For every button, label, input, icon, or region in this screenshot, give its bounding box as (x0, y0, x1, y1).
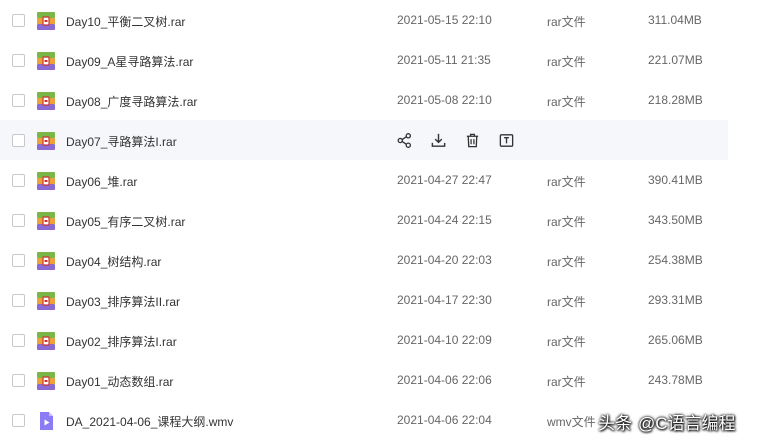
file-date: 2021-05-15 22:10 (397, 13, 492, 27)
rar-archive-icon (36, 331, 56, 351)
file-type: rar文件 (547, 175, 586, 189)
file-row[interactable]: Day05_有序二叉树.rar 2021-04-24 22:15 rar文件 343.… (0, 200, 769, 240)
watermark-account: @C语言编程 (638, 413, 736, 433)
file-checkbox[interactable] (12, 374, 25, 387)
file-date: 2021-04-06 22:04 (397, 413, 492, 427)
file-type: rar文件 (547, 255, 586, 269)
file-size: 221.07MB (648, 53, 703, 67)
download-icon[interactable] (430, 132, 447, 149)
file-checkbox[interactable] (12, 94, 25, 107)
rar-archive-icon (36, 11, 56, 31)
file-checkbox[interactable] (12, 414, 25, 427)
file-row[interactable]: Day03_排序算法II.rar 2021-04-17 22:30 rar文件 293… (0, 280, 769, 320)
file-name[interactable]: Day10_平衡二叉树.rar (66, 13, 185, 30)
file-type: rar文件 (547, 215, 586, 229)
file-row[interactable]: Day09_A星寻路算法.rar 2021-05-11 21:35 rar文件 221… (0, 40, 769, 80)
file-size: 343.50MB (648, 213, 703, 227)
file-size: 293.31MB (648, 293, 703, 307)
file-row[interactable]: Day06_堆.rar 2021-04-27 22:47 rar文件 390.41MB (0, 160, 769, 200)
share-icon[interactable] (396, 132, 413, 149)
rar-archive-icon (36, 91, 56, 111)
file-name[interactable]: Day09_A星寻路算法.rar (66, 53, 193, 70)
file-type: rar文件 (547, 55, 586, 69)
file-size: 265.06MB (648, 333, 703, 347)
watermark: 头条 @C语言编程 (598, 406, 736, 436)
file-name[interactable]: DA_2021-04-06_课程大纲.wmv (66, 413, 233, 430)
file-size: 243.78MB (648, 373, 703, 387)
rar-archive-icon (36, 251, 56, 271)
file-row[interactable]: Day08_广度寻路算法.rar 2021-05-08 22:10 rar文件 218… (0, 80, 769, 120)
rar-archive-icon (36, 51, 56, 71)
row-actions (396, 132, 532, 150)
file-type: rar文件 (547, 295, 586, 309)
file-row[interactable]: Day02_排序算法I.rar 2021-04-10 22:09 rar文件 265.… (0, 320, 769, 360)
file-checkbox[interactable] (12, 254, 25, 267)
file-date: 2021-04-24 22:15 (397, 213, 492, 227)
file-checkbox[interactable] (12, 134, 25, 147)
file-checkbox[interactable] (12, 14, 25, 27)
file-row[interactable]: Day04_树结构.rar 2021-04-20 22:03 rar文件 254.38… (0, 240, 769, 280)
file-type: rar文件 (547, 335, 586, 349)
delete-icon[interactable] (464, 132, 481, 149)
file-name[interactable]: Day04_树结构.rar (66, 253, 161, 270)
file-type: rar文件 (547, 15, 586, 29)
file-name[interactable]: Day08_广度寻路算法.rar (66, 93, 197, 110)
file-size: 311.04MB (648, 13, 702, 27)
file-name[interactable]: Day02_排序算法I.rar (66, 333, 177, 350)
file-size: 254.38MB (648, 253, 703, 267)
file-name[interactable]: Day06_堆.rar (66, 173, 137, 190)
file-name[interactable]: Day01_动态数组.rar (66, 373, 173, 390)
rar-archive-icon (36, 291, 56, 311)
file-type: rar文件 (547, 95, 586, 109)
file-row[interactable]: Day01_动态数组.rar 2021-04-06 22:06 rar文件 243.7… (0, 360, 769, 400)
file-date: 2021-04-06 22:06 (397, 373, 492, 387)
file-date: 2021-04-17 22:30 (397, 293, 492, 307)
file-name[interactable]: Day05_有序二叉树.rar (66, 213, 185, 230)
file-checkbox[interactable] (12, 174, 25, 187)
file-type: wmv文件 (547, 415, 596, 429)
file-size: 218.28MB (648, 93, 703, 107)
file-date: 2021-05-11 21:35 (397, 53, 491, 67)
rar-archive-icon (36, 171, 56, 191)
file-checkbox[interactable] (12, 54, 25, 67)
video-file-icon (36, 411, 56, 431)
file-date: 2021-04-10 22:09 (397, 333, 492, 347)
file-checkbox[interactable] (12, 214, 25, 227)
file-name[interactable]: Day03_排序算法II.rar (66, 293, 180, 310)
rar-archive-icon (36, 131, 56, 151)
file-checkbox[interactable] (12, 294, 25, 307)
watermark-source: 头条 (598, 413, 632, 433)
file-date: 2021-04-27 22:47 (397, 173, 492, 187)
file-list: Day10_平衡二叉树.rar 2021-05-15 22:10 rar文件 311.… (0, 0, 769, 440)
rar-archive-icon (36, 371, 56, 391)
file-date: 2021-04-20 22:03 (397, 253, 492, 267)
file-date: 2021-05-08 22:10 (397, 93, 492, 107)
rename-icon[interactable] (498, 132, 515, 149)
file-size: 390.41MB (648, 173, 703, 187)
file-name[interactable]: Day07_寻路算法I.rar (66, 133, 177, 150)
rar-archive-icon (36, 211, 56, 231)
file-row[interactable]: Day07_寻路算法I.rar (0, 120, 728, 160)
file-type: rar文件 (547, 375, 586, 389)
file-checkbox[interactable] (12, 334, 25, 347)
file-row[interactable]: Day10_平衡二叉树.rar 2021-05-15 22:10 rar文件 311.… (0, 0, 769, 40)
